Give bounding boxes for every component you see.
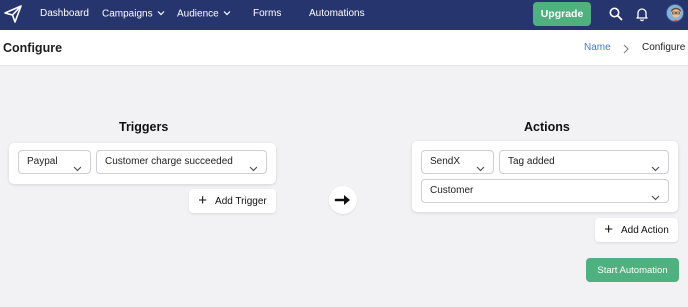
- action-target-value: Customer: [430, 185, 474, 196]
- bell-icon[interactable]: [634, 6, 650, 22]
- nav-campaigns-label: Campaigns: [102, 8, 153, 20]
- nav-dashboard[interactable]: Dashboard: [40, 7, 89, 21]
- nav-automations-label: Automations: [309, 8, 365, 19]
- nav-automations[interactable]: Automations: [309, 7, 365, 21]
- page-header: Configure Name Configure: [0, 30, 688, 66]
- chevron-down-icon: [651, 159, 660, 172]
- send-logo-icon[interactable]: [3, 4, 23, 24]
- arrow-right-icon: [329, 186, 357, 214]
- breadcrumb-name-link[interactable]: Name: [584, 42, 611, 53]
- start-automation-button[interactable]: Start Automation: [586, 258, 679, 282]
- trigger-event-select[interactable]: Customer charge succeeded: [96, 150, 267, 174]
- add-action-button[interactable]: + Add Action: [595, 218, 678, 242]
- plus-icon: +: [604, 221, 613, 238]
- nav-forms[interactable]: Forms: [253, 7, 281, 21]
- trigger-event-value: Customer charge succeeded: [105, 156, 233, 167]
- upgrade-button[interactable]: Upgrade: [533, 2, 591, 26]
- add-trigger-label: Add Trigger: [215, 195, 267, 207]
- page-title: Configure: [3, 41, 63, 55]
- nav-campaigns[interactable]: Campaigns: [102, 7, 165, 22]
- chevron-down-icon: [157, 7, 165, 21]
- actions-card: SendX Tag added Customer: [412, 141, 678, 212]
- actions-title: Actions: [524, 120, 570, 134]
- trigger-source-select[interactable]: Paypal: [18, 150, 91, 174]
- chevron-down-icon: [223, 7, 231, 21]
- chevron-down-icon: [651, 188, 660, 201]
- top-navbar: Dashboard Campaigns Audience Forms Autom…: [0, 0, 688, 30]
- action-service-select[interactable]: SendX: [421, 150, 494, 174]
- breadcrumb-current: Configure: [642, 42, 686, 53]
- chevron-down-icon: [73, 159, 82, 172]
- trigger-source-value: Paypal: [27, 156, 58, 167]
- triggers-title: Triggers: [119, 120, 169, 134]
- chevron-right-icon: [622, 42, 630, 54]
- add-action-label: Add Action: [620, 224, 669, 236]
- nav-dashboard-label: Dashboard: [40, 8, 89, 19]
- nav-audience[interactable]: Audience: [177, 7, 231, 22]
- avatar[interactable]: [666, 4, 684, 22]
- action-target-select[interactable]: Customer: [421, 179, 669, 203]
- plus-icon: +: [198, 192, 208, 209]
- search-icon[interactable]: [608, 6, 624, 22]
- add-trigger-button[interactable]: + Add Trigger: [189, 189, 276, 213]
- nav-forms-label: Forms: [253, 8, 282, 19]
- action-service-value: SendX: [430, 156, 461, 167]
- action-type-select[interactable]: Tag added: [499, 150, 669, 174]
- nav-audience-label: Audience: [177, 8, 219, 20]
- chevron-down-icon: [476, 159, 485, 172]
- action-type-value: Tag added: [508, 156, 555, 167]
- triggers-card: Paypal Customer charge succeeded: [9, 143, 276, 184]
- chevron-down-icon: [249, 159, 258, 172]
